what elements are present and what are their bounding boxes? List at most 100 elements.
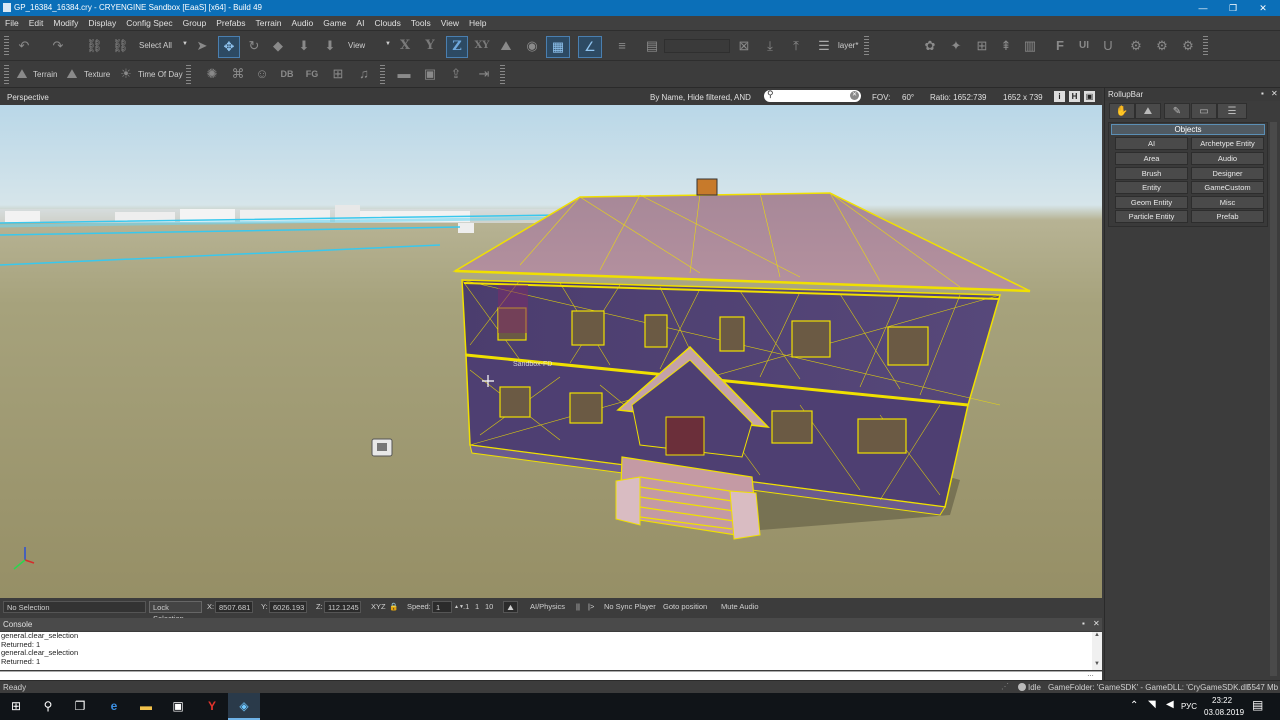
- select-all-dropdown[interactable]: Select All: [139, 41, 172, 50]
- folder-icon[interactable]: ▬: [396, 66, 412, 82]
- menu-help[interactable]: Help: [464, 16, 491, 28]
- xyz-button[interactable]: XYZ: [371, 601, 386, 613]
- terrain-collision-icon[interactable]: ⛰: [503, 601, 518, 613]
- chevron-down-icon[interactable]: ▼: [385, 41, 391, 47]
- redo-icon[interactable]: ↷: [50, 38, 66, 54]
- export-icon[interactable]: ⇪: [448, 66, 464, 82]
- character-figure-icon[interactable]: ☺: [254, 66, 270, 82]
- rollup-close-icon[interactable]: ✕: [1271, 89, 1278, 98]
- house-model[interactable]: [452, 178, 1031, 540]
- uv-icon[interactable]: U: [1100, 38, 1116, 54]
- settings-gear-icon[interactable]: ⚙: [1128, 38, 1144, 54]
- rotate-icon[interactable]: ↻: [246, 38, 262, 54]
- move-icon[interactable]: ✥: [218, 36, 240, 58]
- toolbar-grip[interactable]: [500, 65, 505, 85]
- clock-date[interactable]: 03.08.2019: [1204, 708, 1244, 717]
- menu-modify[interactable]: Modify: [48, 16, 83, 28]
- viewport-name[interactable]: Perspective: [7, 93, 49, 102]
- task-view-icon[interactable]: ❐: [64, 693, 96, 720]
- coord-space-dropdown[interactable]: View: [348, 41, 365, 50]
- character-icon[interactable]: ⇞: [998, 38, 1014, 54]
- import-icon[interactable]: ⇥: [476, 66, 492, 82]
- lock-selection-button[interactable]: Lock Selection: [149, 601, 202, 623]
- viewport-3d[interactable]: Sandbox-FD: [0, 105, 1102, 598]
- menu-edit[interactable]: Edit: [24, 16, 49, 28]
- texture-icon[interactable]: ⛰: [64, 66, 80, 82]
- z-coord-input[interactable]: 112.1245: [324, 601, 361, 613]
- toolbar-grip[interactable]: [864, 36, 869, 56]
- search-icon[interactable]: ⚲: [32, 693, 64, 720]
- snap-terrain-icon[interactable]: ⬇: [296, 38, 312, 54]
- info-button[interactable]: i: [1054, 91, 1065, 102]
- axis-xy-button[interactable]: XY: [472, 38, 492, 54]
- flowgraph-icon[interactable]: F: [1052, 38, 1068, 54]
- object-button-gamecustom[interactable]: GameCustom: [1191, 181, 1264, 194]
- angle-snap-icon[interactable]: ∠: [578, 36, 602, 58]
- x-coord-input[interactable]: 8507.681: [215, 601, 253, 613]
- menu-view[interactable]: View: [436, 16, 464, 28]
- disabled-tool-2-icon[interactable]: ⤓: [762, 38, 778, 54]
- sequence-icon[interactable]: ⌘: [230, 66, 246, 82]
- ai-icon[interactable]: ✺: [204, 66, 220, 82]
- object-button-misc[interactable]: Misc: [1191, 196, 1264, 209]
- tab-terrain-icon[interactable]: ⛰: [1135, 103, 1161, 119]
- pin-icon[interactable]: ▪: [1082, 619, 1085, 628]
- y-coord-input[interactable]: 6026.193: [269, 601, 307, 613]
- toolbar-grip[interactable]: [1203, 36, 1208, 56]
- close-button[interactable]: ✕: [1248, 0, 1278, 16]
- layer-dropdown[interactable]: layer*: [838, 41, 858, 50]
- scale-icon[interactable]: ◆: [270, 38, 286, 54]
- music-icon[interactable]: ♫: [356, 66, 372, 82]
- console-input[interactable]: [0, 671, 1102, 680]
- tray-chevron-up-icon[interactable]: ⌃: [1130, 700, 1138, 711]
- object-button-entity[interactable]: Entity: [1115, 181, 1188, 194]
- network-icon[interactable]: ◥: [1148, 699, 1156, 710]
- rollup-scrollbar[interactable]: [1270, 122, 1277, 676]
- axis-z-button[interactable]: Z: [446, 36, 468, 58]
- layout-dropdown[interactable]: [664, 39, 730, 53]
- helpers-button[interactable]: H: [1069, 91, 1080, 102]
- speed-preset-10[interactable]: 10: [485, 601, 493, 613]
- toolbar-grip[interactable]: [4, 65, 9, 85]
- material-icon[interactable]: ✿: [922, 38, 938, 54]
- pause-button[interactable]: ||: [576, 601, 580, 613]
- menu-game[interactable]: Game: [318, 16, 351, 28]
- selection-field[interactable]: No Selection: [3, 601, 146, 613]
- db-button[interactable]: DB: [279, 66, 295, 82]
- edge-browser-icon[interactable]: e: [98, 693, 130, 720]
- cryengine-sandbox-icon[interactable]: ◈: [228, 693, 260, 720]
- step-button[interactable]: |>: [588, 601, 594, 613]
- object-button-geom-entity[interactable]: Geom Entity: [1115, 196, 1188, 209]
- tab-modify-icon[interactable]: ✎: [1164, 103, 1190, 119]
- tab-layers-icon[interactable]: ☰: [1217, 103, 1247, 119]
- particles-icon[interactable]: ✦: [948, 38, 964, 54]
- menu-group[interactable]: Group: [178, 16, 212, 28]
- console-scrollbar[interactable]: ▲ ▼: [1092, 632, 1102, 670]
- clear-search-icon[interactable]: ✕: [850, 91, 859, 100]
- undo-icon[interactable]: ↶: [16, 38, 32, 54]
- minimize-button[interactable]: —: [1188, 0, 1218, 16]
- align-icon[interactable]: ≡: [614, 38, 630, 54]
- menu-config-spec[interactable]: Config Spec: [121, 16, 177, 28]
- object-button-audio[interactable]: Audio: [1191, 152, 1264, 165]
- track-view-icon[interactable]: ▥: [1022, 38, 1038, 54]
- toolbar-grip[interactable]: [186, 65, 191, 85]
- fg-button[interactable]: FG: [304, 66, 320, 82]
- settings-gear-3-icon[interactable]: ⚙: [1180, 38, 1196, 54]
- chevron-down-icon[interactable]: ▼: [182, 41, 188, 47]
- toolbar-grip[interactable]: [4, 36, 9, 56]
- grid-icon[interactable]: ⊞: [330, 66, 346, 82]
- notifications-icon[interactable]: ▤: [1252, 698, 1263, 712]
- scroll-up-icon[interactable]: ▲: [1094, 632, 1100, 638]
- maximize-button[interactable]: ❐: [1218, 0, 1248, 16]
- snap-object-icon[interactable]: ⬇: [322, 38, 338, 54]
- goto-position-button[interactable]: Goto position: [663, 601, 707, 613]
- disabled-tool-3-icon[interactable]: ⤒: [788, 38, 804, 54]
- unlink-icon[interactable]: ⛓: [112, 38, 129, 54]
- console-log[interactable]: general.clear_selection Returned: 1 gene…: [0, 631, 1092, 670]
- object-button-archetype-entity[interactable]: Archetype Entity: [1191, 137, 1264, 150]
- speed-input[interactable]: 1: [432, 601, 452, 613]
- axis-y-button[interactable]: Y: [422, 38, 438, 54]
- viewport-search-input[interactable]: ⚲ ✕: [764, 89, 861, 102]
- terrain-button[interactable]: Terrain: [33, 70, 57, 79]
